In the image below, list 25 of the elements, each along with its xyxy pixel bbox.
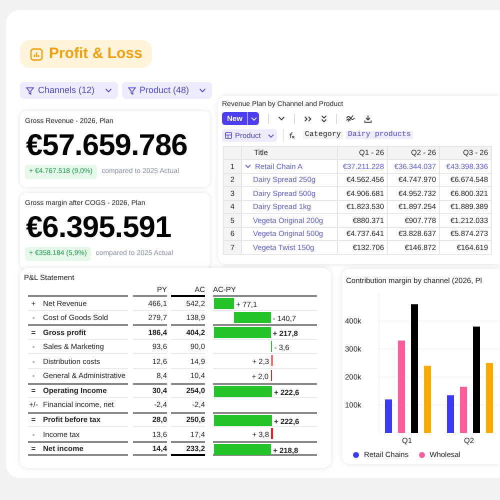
wave-icon[interactable]: [346, 115, 356, 122]
bar: [460, 386, 467, 433]
filter-button[interactable]: Product (48): [122, 82, 212, 99]
chevron-down-icon[interactable]: [278, 116, 286, 121]
chevron-down-icon: [268, 134, 274, 138]
bar: [424, 366, 431, 433]
table-icon: [225, 132, 232, 139]
filter-icon: [128, 86, 136, 94]
bar: [385, 399, 392, 433]
chevron-down-icon: [104, 88, 112, 93]
bar: [447, 395, 454, 433]
double-chevron-down-icon[interactable]: [321, 114, 328, 122]
dropdown-button[interactable]: [247, 112, 260, 125]
kpi-value: €6.395.591: [26, 210, 172, 246]
function-icon: [288, 132, 295, 139]
chart-icon: [30, 48, 43, 60]
kpi-value: €57.659.786: [26, 128, 188, 164]
filter-button[interactable]: Channels (12): [20, 82, 118, 99]
chevron-down-icon: [250, 116, 257, 120]
chevron-down-icon: [199, 88, 206, 93]
page-title: Profit & Loss: [49, 44, 142, 64]
download-icon[interactable]: [364, 114, 372, 122]
bar: [486, 363, 493, 433]
filter-icon: [26, 86, 34, 94]
double-chevron-right-icon[interactable]: [304, 116, 312, 122]
